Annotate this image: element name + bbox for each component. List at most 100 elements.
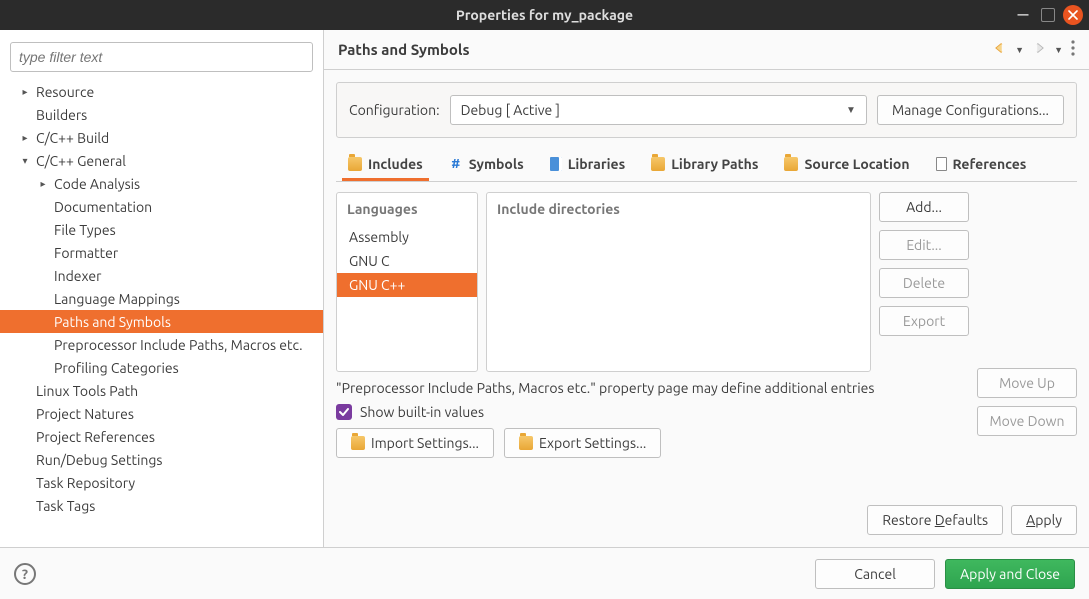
forward-dropdown-icon[interactable]: ▼: [1054, 45, 1063, 55]
twisty-placeholder: [36, 292, 50, 306]
tree-item-label: Profiling Categories: [54, 360, 179, 376]
hash-icon: #: [449, 157, 463, 171]
minimize-button[interactable]: ―: [1013, 5, 1033, 25]
tree-item[interactable]: Formatter: [0, 241, 323, 264]
tree-item[interactable]: Project Natures: [0, 402, 323, 425]
tree-item[interactable]: Indexer: [0, 264, 323, 287]
tree-item-label: Preprocessor Include Paths, Macros etc.: [54, 337, 303, 353]
tree-item-label: Code Analysis: [54, 176, 140, 192]
help-icon[interactable]: ?: [14, 563, 36, 585]
back-icon[interactable]: [993, 41, 1007, 58]
export-settings-button[interactable]: Export Settings...: [504, 428, 661, 458]
view-menu-icon[interactable]: [1071, 40, 1075, 59]
tree-item[interactable]: ▸ Code Analysis: [0, 172, 323, 195]
tree-item[interactable]: ▸Resource: [0, 80, 323, 103]
tree-item-label: Task Tags: [36, 498, 95, 514]
include-directories-header: Include directories: [487, 193, 870, 225]
include-directories-list: Include directories: [486, 192, 871, 372]
move-down-button[interactable]: Move Down: [977, 406, 1077, 436]
tree-item[interactable]: Run/Debug Settings: [0, 448, 323, 471]
apply-and-close-button[interactable]: Apply and Close: [945, 559, 1075, 589]
tree-item[interactable]: Language Mappings: [0, 287, 323, 310]
move-up-button[interactable]: Move Up: [977, 368, 1077, 398]
tree-item[interactable]: Builders: [0, 103, 323, 126]
tree-item-label: Linux Tools Path: [36, 383, 138, 399]
tree-item[interactable]: Profiling Categories: [0, 356, 323, 379]
tab-includes[interactable]: Includes: [342, 148, 429, 181]
tree-item[interactable]: Documentation: [0, 195, 323, 218]
twisty-placeholder: [36, 223, 50, 237]
languages-list: Languages AssemblyGNU CGNU C++: [336, 192, 478, 372]
tree-item[interactable]: File Types: [0, 218, 323, 241]
twisty-placeholder: [18, 384, 32, 398]
back-dropdown-icon[interactable]: ▼: [1015, 45, 1024, 55]
tree-item[interactable]: Linux Tools Path: [0, 379, 323, 402]
edit-button[interactable]: Edit...: [879, 230, 969, 260]
footer: ? Cancel Apply and Close: [0, 547, 1089, 599]
tab-libraries[interactable]: Libraries: [544, 148, 632, 181]
tree-item-label: File Types: [54, 222, 116, 238]
tree-item[interactable]: ▾ C/C++ General: [0, 149, 323, 172]
tree-item-label: C/C++ General: [36, 153, 126, 169]
folder-icon: [784, 157, 798, 171]
twisty-placeholder: [36, 269, 50, 283]
twisty-placeholder: [18, 453, 32, 467]
export-button[interactable]: Export: [879, 306, 969, 336]
config-combo[interactable]: Debug [ Active ] ▼: [450, 95, 867, 125]
tree: ▸ResourceBuilders ▸ C/C++ Build ▾ C/C++ Gene…: [0, 80, 323, 539]
folder-icon: [348, 157, 362, 171]
cancel-button[interactable]: Cancel: [815, 559, 935, 589]
twisty-placeholder: [18, 499, 32, 513]
twisty-placeholder: [36, 246, 50, 260]
tab-references[interactable]: References: [930, 148, 1033, 181]
twisty-placeholder: [36, 361, 50, 375]
apply-button[interactable]: Apply: [1011, 505, 1077, 535]
maximize-button[interactable]: [1041, 8, 1055, 22]
tree-item-label: Project Natures: [36, 406, 134, 422]
tree-item[interactable]: Paths and Symbols: [0, 310, 323, 333]
page-title: Paths and Symbols: [338, 41, 470, 58]
close-button[interactable]: [1063, 5, 1083, 25]
filter-input[interactable]: [19, 49, 304, 65]
add-button[interactable]: Add...: [879, 192, 969, 222]
forward-icon[interactable]: [1032, 41, 1046, 58]
twisty-placeholder: [18, 407, 32, 421]
filter-box[interactable]: [10, 42, 313, 72]
import-settings-button[interactable]: Import Settings...: [336, 428, 494, 458]
chevron-right-icon: ▸: [18, 131, 32, 145]
twisty-placeholder: [36, 338, 50, 352]
tab-symbols[interactable]: #Symbols: [443, 148, 530, 181]
tab-library-paths[interactable]: Library Paths: [645, 148, 764, 181]
tab-label: Libraries: [568, 156, 626, 172]
tree-item[interactable]: Project References: [0, 425, 323, 448]
tree-item[interactable]: Task Tags: [0, 494, 323, 517]
tab-label: References: [953, 156, 1027, 172]
folder-icon: [519, 436, 533, 450]
tree-item-label: Indexer: [54, 268, 101, 284]
chevron-down-icon: ▼: [846, 104, 856, 116]
restore-defaults-button[interactable]: Restore Defaults: [867, 505, 1003, 535]
language-item[interactable]: GNU C: [337, 249, 477, 273]
tree-item[interactable]: Task Repository: [0, 471, 323, 494]
languages-header: Languages: [337, 193, 477, 225]
tab-label: Library Paths: [671, 156, 758, 172]
config-panel: Configuration: Debug [ Active ] ▼ Manage…: [336, 82, 1077, 138]
show-builtin-checkbox[interactable]: [336, 404, 352, 420]
chevron-down-icon: ▾: [18, 154, 32, 168]
tree-item-label: C/C++ Build: [36, 130, 109, 146]
tab-source-location[interactable]: Source Location: [778, 148, 915, 181]
tab-label: Source Location: [804, 156, 909, 172]
document-icon: [936, 157, 947, 171]
config-label: Configuration:: [349, 102, 440, 118]
config-value: Debug [ Active ]: [461, 102, 560, 118]
chevron-right-icon: ▸: [36, 177, 50, 191]
tabs: Includes #Symbols Libraries Library Paths So…: [336, 148, 1077, 182]
tree-item[interactable]: Preprocessor Include Paths, Macros etc.: [0, 333, 323, 356]
language-item[interactable]: GNU C++: [337, 273, 477, 297]
tab-label: Includes: [368, 156, 423, 172]
tree-item[interactable]: ▸ C/C++ Build: [0, 126, 323, 149]
delete-button[interactable]: Delete: [879, 268, 969, 298]
language-item[interactable]: Assembly: [337, 225, 477, 249]
tree-item-label: Task Repository: [36, 475, 135, 491]
manage-configurations-button[interactable]: Manage Configurations...: [877, 95, 1064, 125]
